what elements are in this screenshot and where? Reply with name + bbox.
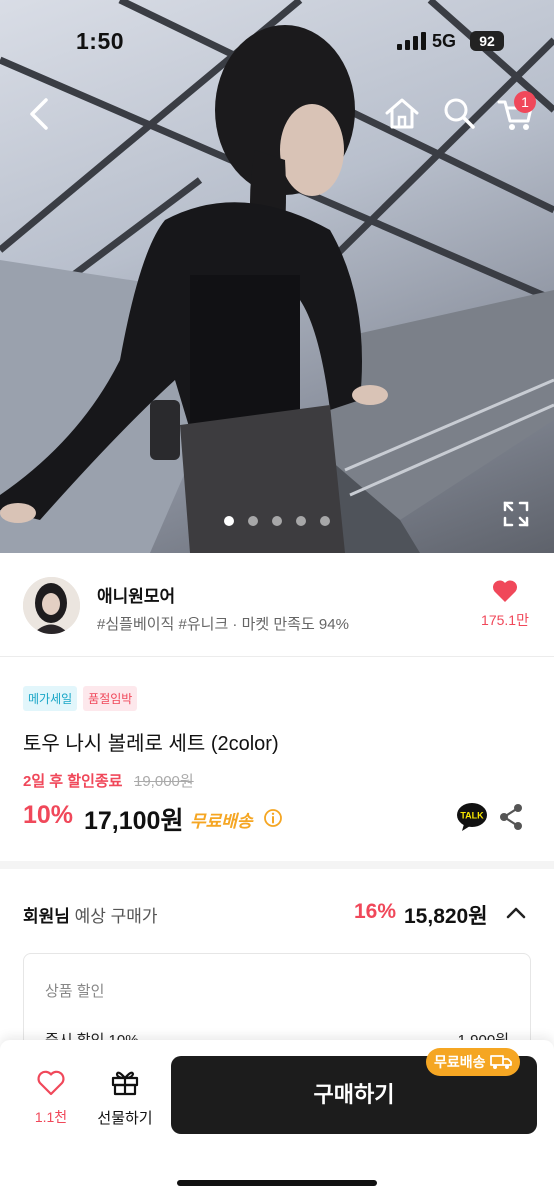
bottom-action-bar: 1.1천 선물하기 구매하기 무료배송: [0, 1040, 554, 1200]
mega-sale-badge: 메가세일: [23, 686, 78, 711]
carousel-dot[interactable]: [320, 516, 330, 526]
chevron-up-icon[interactable]: [505, 903, 527, 923]
carousel-indicator: [224, 516, 330, 526]
free-shipping-tag: 무료배송: [426, 1048, 520, 1076]
share-icon[interactable]: [498, 803, 524, 831]
search-icon[interactable]: [442, 96, 476, 130]
product-photo: [0, 0, 554, 553]
shop-info-row[interactable]: 애니원모어 #심플베이직 #유니크 · 마켓 만족도 94% 175.1만: [0, 553, 554, 657]
shop-avatar[interactable]: [23, 577, 80, 634]
home-indicator: [177, 1180, 377, 1186]
kakao-talk-icon[interactable]: TALK: [456, 802, 488, 832]
cart-count-badge: 1: [514, 91, 536, 113]
shop-tags: #심플베이직 #유니크 · 마켓 만족도 94%: [97, 616, 349, 633]
expand-icon[interactable]: [502, 500, 530, 528]
gift-label: 선물하기: [97, 1110, 153, 1127]
shop-like-count: 175.1만: [481, 612, 529, 628]
status-time: 1:50: [76, 28, 125, 54]
product-badges: 메가세일 품절임박: [23, 686, 138, 711]
shop-name[interactable]: 애니원모어: [97, 582, 175, 607]
member-price-row[interactable]: 회원님 예상 구매가 16% 15,820원: [0, 877, 554, 947]
member-label-rest: 예상 구매가: [69, 907, 158, 926]
svg-text:TALK: TALK: [460, 811, 484, 821]
low-stock-badge: 품절임박: [83, 686, 138, 711]
truck-icon: [489, 1055, 512, 1069]
wishlist-button[interactable]: 1.1천: [26, 1070, 76, 1127]
member-label-bold: 회원님: [23, 907, 70, 926]
carousel-dot[interactable]: [248, 516, 258, 526]
shop-like-button[interactable]: 175.1만: [470, 579, 540, 630]
free-shipping-label: 무료배송: [190, 812, 253, 831]
network-label: 5G: [432, 31, 457, 51]
home-icon[interactable]: [384, 96, 420, 130]
original-price: 19,000원: [134, 773, 194, 790]
signal-icon: [397, 32, 426, 50]
discount-percent: 10%: [23, 801, 74, 829]
member-price-label: 회원님 예상 구매가: [23, 902, 158, 927]
product-info: 메가세일 품절임박 토우 나시 볼레로 세트 (2color) 2일 후 할인종…: [0, 657, 554, 869]
info-icon[interactable]: [263, 808, 283, 828]
product-title: 토우 나시 볼레로 세트 (2color): [23, 733, 279, 755]
heart-filled-icon: [492, 580, 518, 602]
carousel-dot[interactable]: [224, 516, 234, 526]
battery-icon: 92: [470, 31, 504, 51]
product-image-carousel[interactable]: 1:50 5G 92 1: [0, 0, 554, 553]
carousel-dot[interactable]: [272, 516, 282, 526]
avatar-image: [23, 577, 80, 634]
wishlist-count: 1.1천: [34, 1109, 68, 1125]
free-shipping-tag-label: 무료배송: [434, 1054, 486, 1070]
status-bar: 1:50 5G 92: [0, 0, 554, 80]
gift-icon: [111, 1071, 139, 1096]
discount-end-notice: 2일 후 할인종료: [23, 773, 123, 790]
member-discount-percent: 16%: [354, 900, 397, 923]
carousel-dot[interactable]: [296, 516, 306, 526]
back-arrow-icon[interactable]: [22, 94, 58, 134]
gift-button[interactable]: 선물하기: [92, 1068, 158, 1128]
heart-outline-icon: [37, 1070, 65, 1096]
member-price: 15,820원: [404, 905, 488, 928]
discount-card-title: 상품 할인: [45, 983, 105, 1000]
sale-price: 17,100원: [84, 807, 184, 835]
